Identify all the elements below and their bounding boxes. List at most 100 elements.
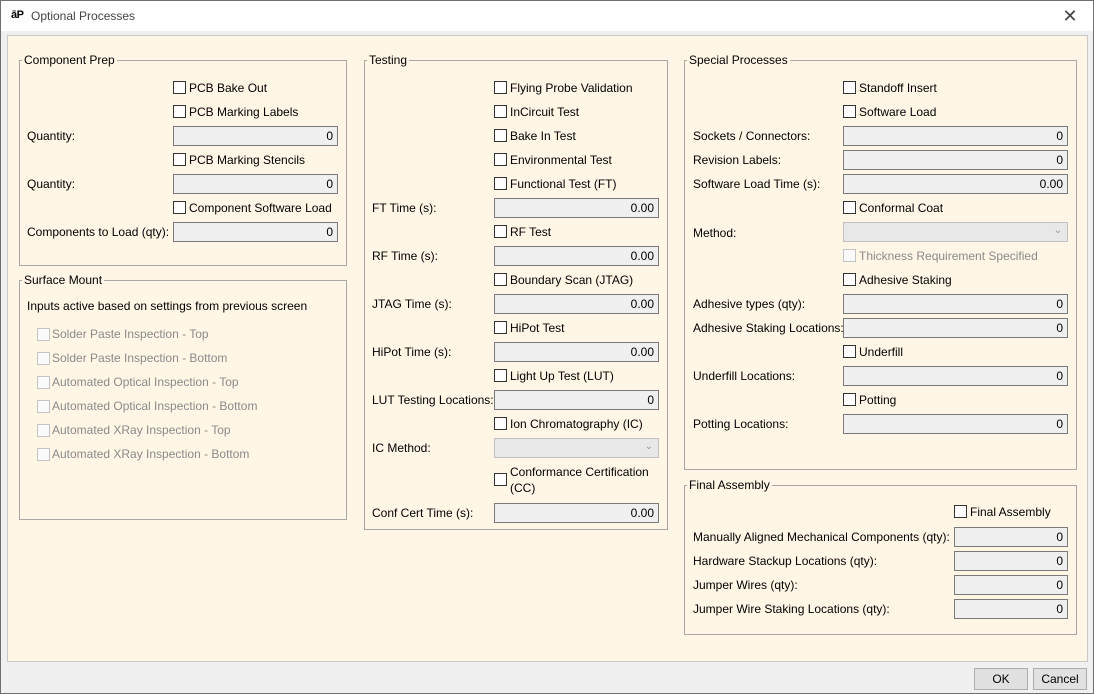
- conformance-cert-label-line2: (CC): [510, 481, 536, 495]
- spi-top-checkbox[interactable]: [37, 328, 50, 341]
- jumper-staking-label: Jumper Wire Staking Locations (qty):: [693, 602, 890, 616]
- manual-mech-label: Manually Aligned Mechanical Components (…: [693, 530, 950, 544]
- testing-title: Testing: [367, 52, 410, 68]
- component-software-load-label: Component Software Load: [189, 201, 332, 215]
- flying-probe-checkbox[interactable]: [494, 81, 507, 94]
- ion-chromatography-checkbox[interactable]: [494, 417, 507, 430]
- hipot-label: HiPot Test: [510, 321, 565, 335]
- manual-mech-field[interactable]: 0: [954, 527, 1068, 547]
- conformal-coat-checkbox[interactable]: [843, 201, 856, 214]
- chevron-down-icon: ⌄: [644, 441, 653, 452]
- title-bar[interactable]: āP Optional Processes ✕: [1, 1, 1093, 31]
- aoi-bottom-label: Automated Optical Inspection - Bottom: [52, 399, 258, 413]
- software-load-checkbox[interactable]: [843, 105, 856, 118]
- button-bar: [1, 662, 1093, 693]
- pcb-marking-stencils-checkbox[interactable]: [173, 153, 186, 166]
- labels-quantity-field[interactable]: 0: [173, 126, 338, 146]
- method-label: Method:: [693, 226, 737, 240]
- boundary-scan-checkbox[interactable]: [494, 273, 507, 286]
- stencils-quantity-label: Quantity:: [27, 177, 76, 191]
- aoi-bottom-checkbox[interactable]: [37, 400, 50, 413]
- hardware-stackup-field[interactable]: 0: [954, 551, 1068, 571]
- jtag-time-label: JTAG Time (s):: [372, 297, 452, 311]
- ic-method-dropdown[interactable]: ⌄: [494, 438, 659, 458]
- thickness-requirement-label: Thickness Requirement Specified: [859, 249, 1038, 263]
- adhesive-types-label: Adhesive types (qty):: [693, 297, 806, 311]
- potting-locations-label: Potting Locations:: [693, 417, 789, 431]
- sockets-field[interactable]: 0: [843, 126, 1068, 146]
- incircuit-checkbox[interactable]: [494, 105, 507, 118]
- adhesive-types-field[interactable]: 0: [843, 294, 1068, 314]
- potting-checkbox[interactable]: [843, 393, 856, 406]
- boundary-scan-label: Boundary Scan (JTAG): [510, 273, 634, 287]
- adhesive-locations-field[interactable]: 0: [843, 318, 1068, 338]
- optional-processes-window: āP Optional Processes ✕ Component Prep P…: [0, 0, 1094, 694]
- special-processes-group: Special Processes: [684, 52, 1077, 470]
- software-load-label: Software Load: [859, 105, 937, 119]
- lut-locations-field[interactable]: 0: [494, 390, 659, 410]
- stencils-quantity-field[interactable]: 0: [173, 174, 338, 194]
- underfill-locations-field[interactable]: 0: [843, 366, 1068, 386]
- rf-time-field[interactable]: 0.00: [494, 246, 659, 266]
- special-processes-title: Special Processes: [687, 52, 790, 68]
- rf-time-label: RF Time (s):: [372, 249, 438, 263]
- conformance-cert-label-line1: Conformance Certification: [510, 465, 649, 479]
- final-assembly-checkbox[interactable]: [954, 505, 967, 518]
- functional-checkbox[interactable]: [494, 177, 507, 190]
- surface-mount-title: Surface Mount: [22, 272, 105, 288]
- ft-time-label: FT Time (s):: [372, 201, 437, 215]
- software-load-time-field[interactable]: 0.00: [843, 174, 1068, 194]
- conformance-cert-checkbox[interactable]: [494, 473, 507, 486]
- close-icon[interactable]: ✕: [1047, 1, 1093, 31]
- pcb-marking-labels-checkbox[interactable]: [173, 105, 186, 118]
- sockets-label: Sockets / Connectors:: [693, 129, 811, 143]
- component-software-load-checkbox[interactable]: [173, 201, 186, 214]
- ok-button[interactable]: OK: [974, 668, 1028, 690]
- method-dropdown[interactable]: ⌄: [843, 222, 1068, 242]
- bake-in-label: Bake In Test: [510, 129, 576, 143]
- jumper-wires-field[interactable]: 0: [954, 575, 1068, 595]
- hipot-time-field[interactable]: 0.00: [494, 342, 659, 362]
- software-load-time-label: Software Load Time (s):: [693, 177, 821, 191]
- bake-in-checkbox[interactable]: [494, 129, 507, 142]
- spi-bottom-checkbox[interactable]: [37, 352, 50, 365]
- revision-labels-field[interactable]: 0: [843, 150, 1068, 170]
- axi-bottom-checkbox[interactable]: [37, 448, 50, 461]
- hipot-checkbox[interactable]: [494, 321, 507, 334]
- component-prep-title: Component Prep: [22, 52, 117, 68]
- components-to-load-field[interactable]: 0: [173, 222, 338, 242]
- conf-cert-time-field[interactable]: 0.00: [494, 503, 659, 523]
- revision-labels-label: Revision Labels:: [693, 153, 782, 167]
- ic-method-label: IC Method:: [372, 441, 431, 455]
- environmental-checkbox[interactable]: [494, 153, 507, 166]
- thickness-requirement-checkbox[interactable]: [843, 249, 856, 262]
- final-assembly-label: Final Assembly: [970, 505, 1051, 519]
- incircuit-label: InCircuit Test: [510, 105, 580, 119]
- standoff-insert-checkbox[interactable]: [843, 81, 856, 94]
- pcb-bake-out-checkbox[interactable]: [173, 81, 186, 94]
- axi-top-label: Automated XRay Inspection - Top: [52, 423, 231, 437]
- underfill-checkbox[interactable]: [843, 345, 856, 358]
- aoi-top-checkbox[interactable]: [37, 376, 50, 389]
- cancel-button[interactable]: Cancel: [1033, 668, 1087, 690]
- jtag-time-field[interactable]: 0.00: [494, 294, 659, 314]
- ft-time-field[interactable]: 0.00: [494, 198, 659, 218]
- pcb-marking-stencils-label: PCB Marking Stencils: [189, 153, 306, 167]
- light-up-checkbox[interactable]: [494, 369, 507, 382]
- functional-label: Functional Test (FT): [510, 177, 617, 191]
- chevron-down-icon: ⌄: [1053, 225, 1062, 236]
- ion-chromatography-label: Ion Chromatography (IC): [510, 417, 643, 431]
- axi-top-checkbox[interactable]: [37, 424, 50, 437]
- conf-cert-time-label: Conf Cert Time (s):: [372, 506, 474, 520]
- hardware-stackup-label: Hardware Stackup Locations (qty):: [693, 554, 878, 568]
- labels-quantity-label: Quantity:: [27, 129, 76, 143]
- potting-locations-field[interactable]: 0: [843, 414, 1068, 434]
- potting-label: Potting: [859, 393, 897, 407]
- jumper-staking-field[interactable]: 0: [954, 599, 1068, 619]
- adhesive-staking-checkbox[interactable]: [843, 273, 856, 286]
- spi-top-label: Solder Paste Inspection - Top: [52, 327, 209, 341]
- rf-test-checkbox[interactable]: [494, 225, 507, 238]
- light-up-label: Light Up Test (LUT): [510, 369, 614, 383]
- adhesive-locations-label: Adhesive Staking Locations:: [693, 321, 844, 335]
- jumper-wires-label: Jumper Wires (qty):: [693, 578, 798, 592]
